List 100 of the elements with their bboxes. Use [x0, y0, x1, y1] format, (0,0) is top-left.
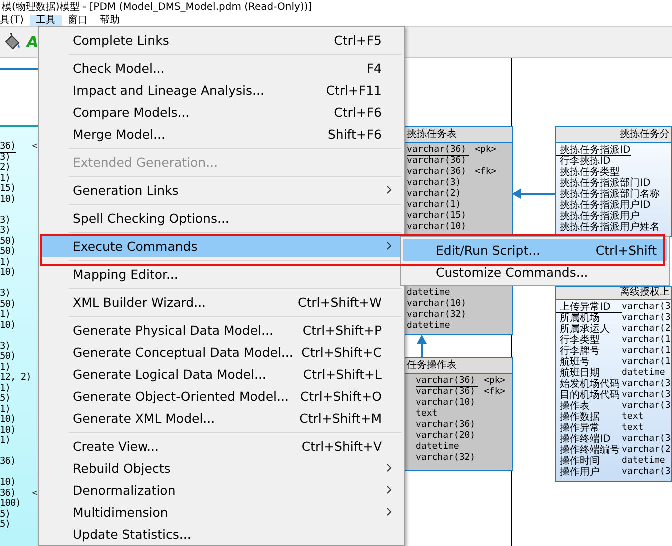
column-type: varchar(36) [416, 376, 478, 387]
column-type: 50) [0, 300, 16, 310]
column-type: 50) [0, 236, 16, 246]
menu-bar-item[interactable]: 具(T) [0, 15, 30, 26]
shortcut-label: F4 [366, 60, 382, 76]
column-type: varchar(3) [407, 178, 462, 189]
menu-item[interactable]: Generate Object-Oriented Model... Ctrl+Shift+O [41, 385, 402, 407]
key-label: <fk> [475, 167, 497, 178]
column-type: datetime [622, 456, 666, 467]
menu-bar-item[interactable]: 工具 [30, 15, 62, 26]
column-name: 行李类型 [559, 335, 601, 346]
column-type: text [622, 423, 644, 434]
column-name: 操作表 [559, 401, 591, 412]
column-type: varchar(10) [416, 398, 477, 409]
column-name: 所属机场 [559, 313, 600, 324]
menu-item[interactable]: Execute Commands [41, 235, 402, 257]
column-name: 操作时间 [559, 456, 601, 467]
column-name: 挑拣任务指派用户 [559, 211, 640, 222]
column-name: 挑拣任务指派部门名称 [559, 189, 660, 200]
key-marker: < [32, 488, 38, 499]
menu-item[interactable]: Generation Links [41, 179, 402, 201]
column-type: 100) [0, 499, 21, 510]
menu-item[interactable]: Rebuild Objects [41, 457, 402, 479]
key-label: <pk> [475, 145, 497, 156]
column-name: 挑拣任务指派ID [556, 145, 631, 156]
column-type: varchar(1 [622, 357, 671, 368]
column-type: varchar(20) [416, 431, 477, 442]
column-type: varchar(36) [416, 387, 477, 398]
column-type: varchar(2 [622, 445, 671, 456]
column-name: 航班日期 [559, 368, 601, 379]
column-type: 10) [0, 194, 16, 205]
column-type: datetime [622, 368, 666, 379]
column-type: varchar(1 [622, 335, 671, 346]
column-name: 操作数据 [559, 412, 601, 423]
column-type: 1) [0, 174, 10, 184]
menu-bar-item[interactable]: 帮助 [94, 15, 126, 26]
menu-item[interactable]: Denormalization [41, 479, 402, 501]
column-type: varchar(36) [407, 156, 468, 167]
column-name: 操作异常 [559, 423, 601, 434]
column-name: 上传异常ID [556, 302, 622, 313]
menu-item[interactable]: Complete Links Ctrl+F5 [41, 29, 402, 51]
column-type: varchar(36) [416, 420, 477, 431]
column-type: varchar(15) [407, 211, 468, 222]
column-type: varchar(10) [407, 222, 468, 233]
column-type: varchar(32) [407, 310, 468, 321]
column-type: varchar(1 [622, 346, 671, 357]
column-name: 目的机场代码 [559, 390, 621, 401]
column-name: 挑拣任务类型 [559, 167, 620, 178]
menu-item[interactable]: Edit/Run Script... Ctrl+Shift [403, 239, 667, 261]
column-type: varchar(2) [407, 189, 462, 200]
menu-item[interactable]: Impact and Lineage Analysis... Ctrl+F11 [41, 79, 402, 101]
shortcut-label: Ctrl+Shift+M [300, 410, 382, 426]
shortcut-label: Ctrl+Shift+O [300, 388, 382, 404]
column-name: 挑拣任务指派部门ID [559, 178, 651, 189]
shortcut-label: Ctrl+Shift+W [298, 294, 382, 310]
shortcut-label: Ctrl+Shift+C [302, 344, 382, 360]
menu-item[interactable]: Multidimension [41, 501, 402, 523]
key-label: <pk> [484, 376, 506, 387]
column-type: varchar(3 [622, 401, 671, 412]
shortcut-label: Ctrl+F5 [334, 32, 382, 48]
column-type: 10) [0, 320, 16, 331]
column-type: 1) [0, 362, 10, 373]
menu-item[interactable]: Mapping Editor... [41, 263, 402, 285]
column-type: varchar(3 [622, 467, 671, 478]
column-type: 36) [0, 142, 16, 152]
menu-item[interactable]: XML Builder Wizard... Ctrl+Shift+W [41, 291, 402, 313]
column-type: varchar(3 [622, 390, 671, 401]
menu-item[interactable]: Spell Checking Options... [41, 207, 402, 229]
column-type: 36) [0, 488, 16, 498]
column-name: 挑拣任务指派用户ID [559, 200, 651, 211]
menu-item[interactable]: Generate Physical Data Model... Ctrl+Shift+P [41, 319, 402, 341]
column-name: 航班号 [559, 357, 590, 368]
window-title: 模(物理数据)模型 - [PDM (Model_DMS_Model.pdm (Read-Only))] [1, 0, 312, 14]
column-type: 2) [0, 163, 10, 174]
menu-item[interactable]: Check Model... F4 [41, 57, 402, 79]
column-type: varchar(1) [407, 200, 462, 211]
column-type: varchar(3 [622, 313, 671, 324]
column-type: varchar(3 [622, 379, 671, 390]
menu-item[interactable]: Create View... Ctrl+Shift+V [41, 435, 402, 457]
column-type: 36) [0, 457, 16, 468]
column-name: 行李挑拣ID [559, 156, 611, 167]
column-type: 3) [0, 226, 10, 236]
column-type: datetime [416, 442, 460, 453]
key-label: <fk> [484, 387, 506, 398]
menu-item[interactable]: Update Statistics... [41, 523, 402, 545]
key-marker: < [32, 142, 38, 152]
column-type: 10) [0, 268, 16, 278]
column-type: datetime [407, 321, 452, 332]
column-name: 操作终端编号 [559, 445, 621, 456]
column-type: datetime [407, 288, 452, 299]
shortcut-label: Ctrl+Shift+P [302, 322, 382, 338]
column-name: 所属承运人 [559, 324, 611, 335]
column-type: 12, 2) [0, 373, 32, 384]
column-type: 1) [0, 436, 10, 446]
column-type: varchar(10) [407, 299, 468, 310]
column-type: varchar(3 [622, 434, 671, 445]
menu-item[interactable]: Generate XML Model... Ctrl+Shift+M [41, 407, 402, 429]
menu-item[interactable]: Compare Models... Ctrl+F6 [41, 101, 402, 123]
menu-bar-item[interactable]: 窗口 [62, 15, 94, 26]
table-title: 挑拣任务分 [556, 127, 671, 143]
